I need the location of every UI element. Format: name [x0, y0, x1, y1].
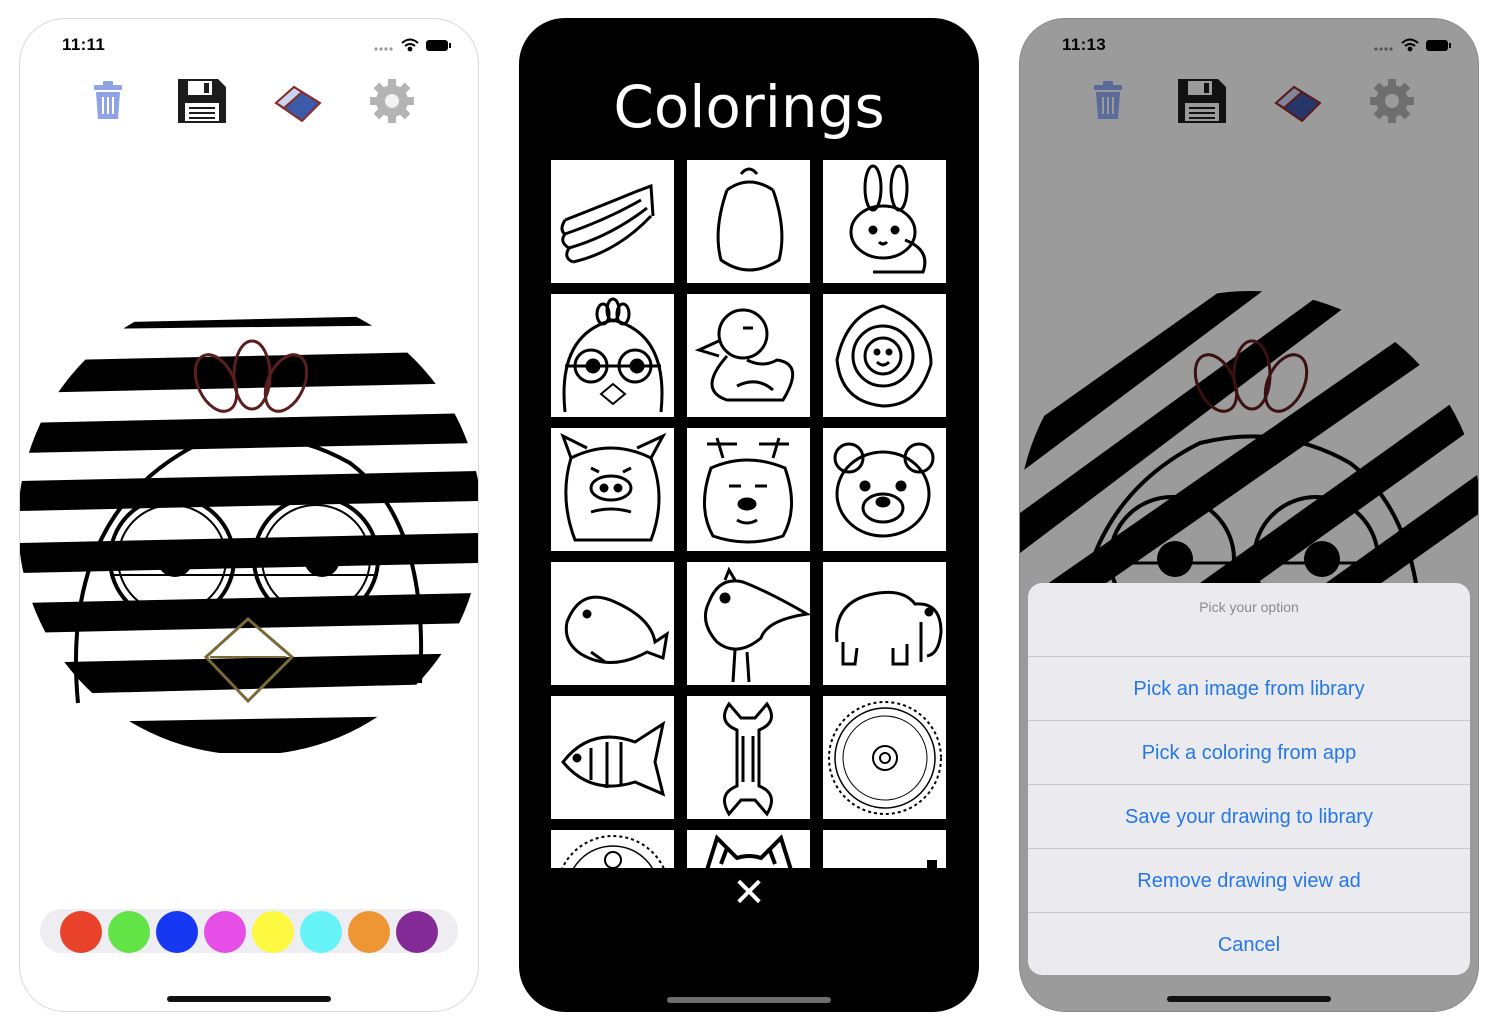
status-time: 11:11 — [62, 35, 106, 54]
color-swatch-green[interactable] — [108, 911, 150, 953]
action-sheet-title: Pick your option — [1028, 583, 1470, 657]
phone-action-sheet-screen: 11:13 Pick your option Pick an image fro… — [1019, 18, 1479, 1012]
color-swatch-yellow[interactable] — [252, 911, 294, 953]
coloring-grid — [551, 160, 947, 868]
thumbnail-blank-partial[interactable] — [823, 830, 946, 868]
toolbar — [1020, 77, 1478, 127]
thumbnail-pig[interactable] — [551, 428, 674, 551]
thumbnail-bear[interactable] — [823, 428, 946, 551]
status-icons — [1374, 38, 1451, 52]
trash-icon[interactable] — [82, 77, 134, 125]
thumbnail-bird[interactable] — [687, 562, 812, 685]
thumbnail-wrench[interactable] — [687, 696, 810, 819]
color-palette — [40, 909, 458, 953]
remove-ad-button[interactable]: Remove drawing view ad — [1028, 849, 1470, 913]
wifi-icon — [401, 38, 419, 52]
thumbnail-chick[interactable] — [551, 294, 674, 417]
thumbnail-gear[interactable] — [823, 696, 946, 819]
thumbnail-duck[interactable] — [687, 294, 810, 417]
striped-fill — [20, 315, 478, 753]
thumbnail-seal[interactable] — [551, 562, 674, 685]
eraser-icon[interactable] — [1272, 77, 1324, 125]
color-swatch-cyan[interactable] — [300, 911, 342, 953]
page-title: Colorings — [613, 73, 885, 141]
battery-icon — [1426, 40, 1451, 51]
status-icons — [374, 38, 451, 52]
pick-coloring-from-app-button[interactable]: Pick a coloring from app — [1028, 721, 1470, 785]
color-swatch-pink[interactable] — [204, 911, 246, 953]
thumbnail-gear-partial[interactable] — [551, 830, 674, 868]
phone-gallery-screen: Colorings ✕ — [519, 18, 979, 1012]
action-sheet: Pick your option Pick an image from libr… — [1028, 583, 1470, 975]
floppy-disk-icon[interactable] — [1176, 77, 1228, 125]
trash-icon[interactable] — [1082, 77, 1134, 125]
signal-icon — [1374, 47, 1393, 51]
eraser-icon[interactable] — [272, 77, 324, 125]
thumbnail-cat-partial[interactable] — [687, 830, 810, 868]
thumbnail-lion[interactable] — [823, 294, 946, 417]
close-button[interactable]: ✕ — [729, 873, 769, 913]
home-indicator — [167, 996, 331, 1002]
color-swatch-orange[interactable] — [348, 911, 390, 953]
thumbnail-eggplant[interactable] — [687, 160, 810, 283]
gear-icon[interactable] — [1366, 77, 1418, 125]
battery-icon — [426, 40, 451, 51]
cancel-button[interactable]: Cancel — [1028, 913, 1470, 975]
floppy-disk-icon[interactable] — [176, 77, 228, 125]
color-swatch-blue[interactable] — [156, 911, 198, 953]
thumbnail-elephant[interactable] — [823, 562, 946, 685]
thumbnail-rabbit[interactable] — [823, 160, 946, 283]
chick-outline — [73, 339, 424, 704]
phone-drawing-screen: 11:11 — [19, 18, 479, 1012]
home-indicator — [1167, 996, 1331, 1002]
gear-icon[interactable] — [366, 77, 418, 125]
home-indicator — [667, 997, 831, 1003]
thumbnail-banana[interactable] — [551, 160, 674, 283]
color-swatch-red[interactable] — [60, 911, 102, 953]
color-swatch-purple[interactable] — [396, 911, 438, 953]
pick-image-from-library-button[interactable]: Pick an image from library — [1028, 657, 1470, 721]
thumbnail-fish[interactable] — [551, 696, 674, 819]
toolbar — [20, 77, 478, 127]
signal-icon — [374, 47, 393, 51]
coloring-canvas[interactable] — [20, 283, 479, 753]
wifi-icon — [1401, 38, 1419, 52]
save-drawing-to-library-button[interactable]: Save your drawing to library — [1028, 785, 1470, 849]
thumbnail-deer[interactable] — [687, 428, 810, 551]
status-time: 11:13 — [1062, 35, 1107, 54]
